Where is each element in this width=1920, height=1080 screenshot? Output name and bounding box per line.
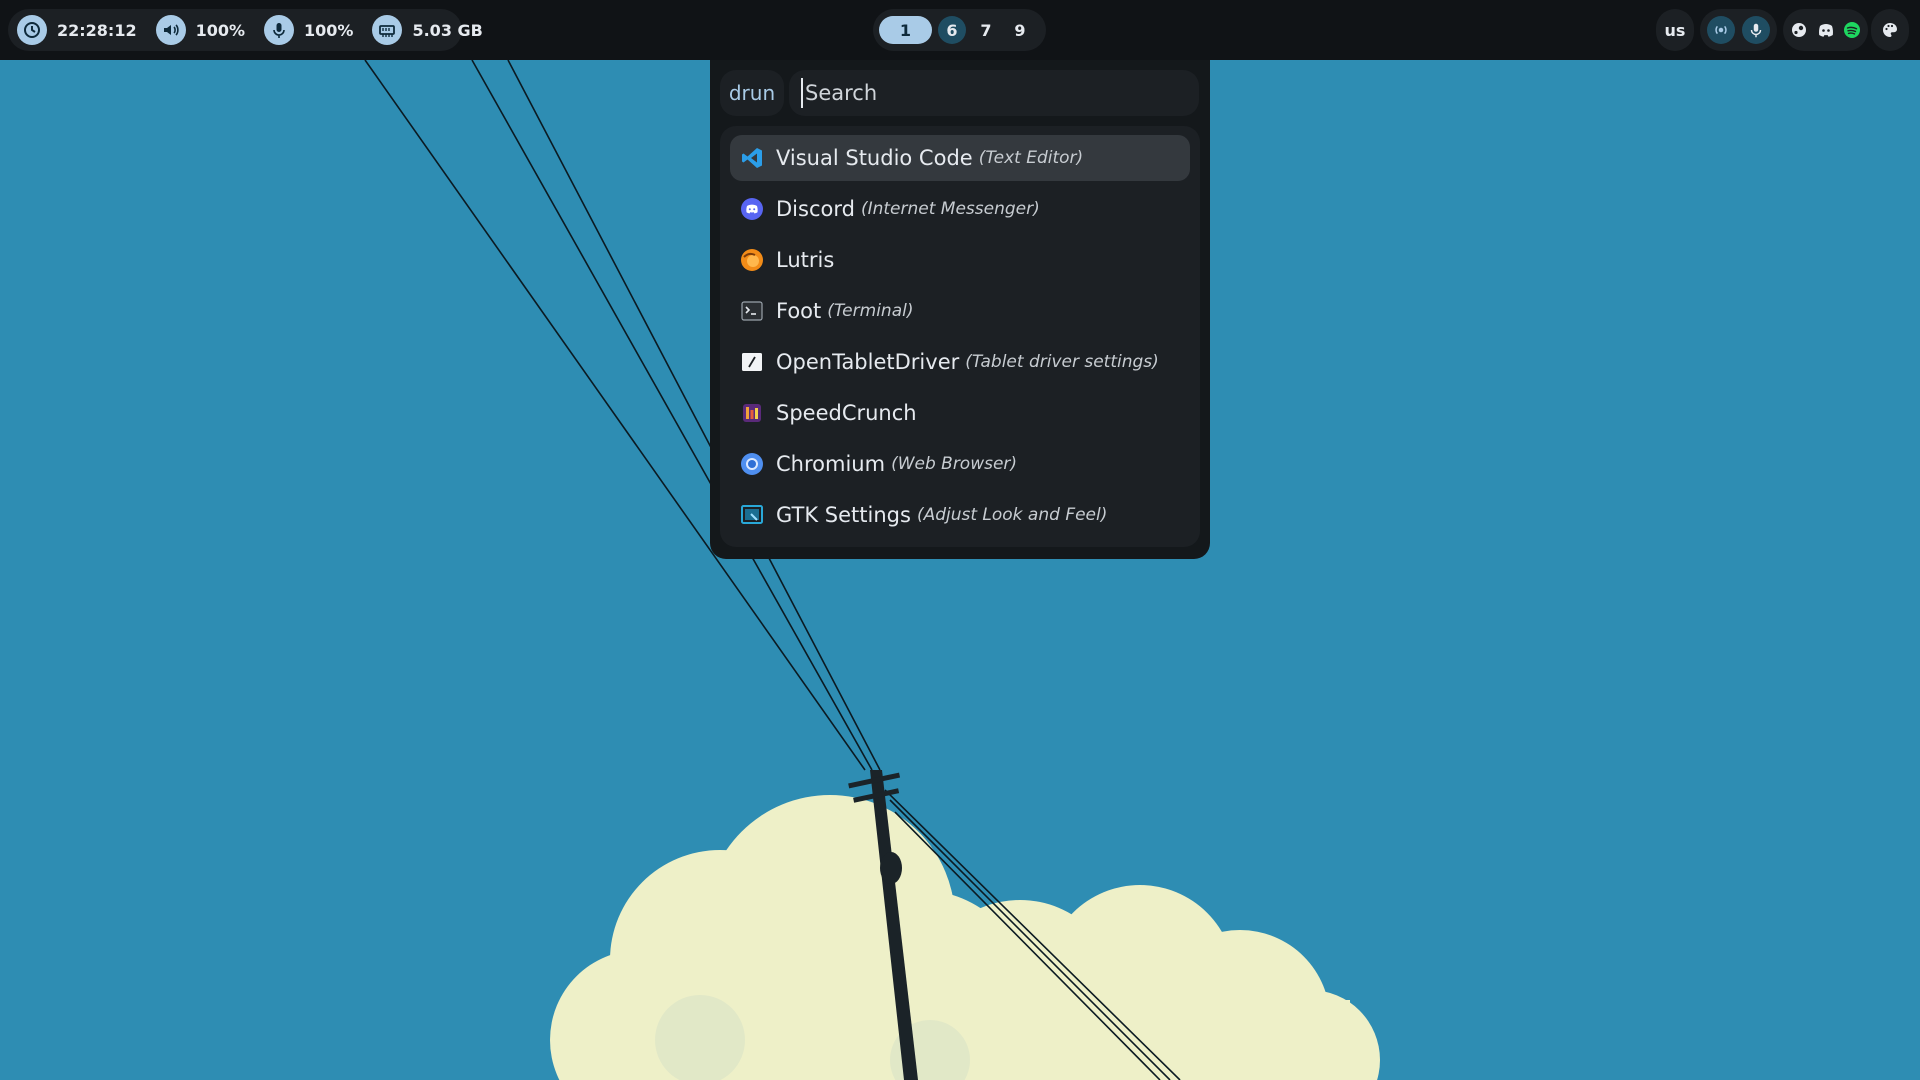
- item-generic-name: (Adjust Look and Feel): [916, 505, 1108, 525]
- search-box[interactable]: [789, 70, 1199, 116]
- palette-icon: [1880, 20, 1900, 40]
- results-list: Visual Studio Code (Text Editor) Discord…: [720, 126, 1200, 547]
- list-item-chromium[interactable]: Chromium (Web Browser): [730, 441, 1190, 487]
- item-name: Foot: [776, 299, 822, 323]
- item-generic-name: (Tablet driver settings): [965, 352, 1159, 372]
- item-name: SpeedCrunch: [776, 401, 917, 425]
- item-generic-name: (Text Editor): [978, 148, 1084, 168]
- tablet-icon: [740, 350, 764, 374]
- status-group: 22:28:12 100% 100% 5.03 GB: [8, 9, 483, 51]
- item-name: Chromium: [776, 452, 886, 476]
- discord-icon[interactable]: [1816, 20, 1836, 40]
- spotify-icon[interactable]: [1842, 20, 1862, 40]
- media-indicators: [1700, 9, 1777, 51]
- broadcast-icon[interactable]: [1707, 16, 1735, 44]
- mic-widget[interactable]: 100%: [255, 9, 363, 51]
- workspace-1[interactable]: 1: [879, 16, 932, 44]
- speaker-icon: [155, 15, 186, 45]
- calculator-icon: [740, 401, 764, 425]
- list-item-speedcrunch[interactable]: SpeedCrunch: [730, 390, 1190, 436]
- steam-icon[interactable]: [1789, 20, 1809, 40]
- terminal-icon: [740, 299, 764, 323]
- list-item-vscode[interactable]: Visual Studio Code (Text Editor): [730, 135, 1190, 181]
- keyboard-layout-indicator[interactable]: us: [1656, 9, 1694, 51]
- discord-icon: [740, 197, 764, 221]
- list-item-discord[interactable]: Discord (Internet Messenger): [730, 186, 1190, 232]
- microphone-icon[interactable]: [1742, 16, 1770, 44]
- item-generic-name: (Terminal): [827, 301, 914, 321]
- top-bar: 22:28:12 100% 100% 5.03 GB 1 6 7 9 us: [0, 0, 1920, 60]
- item-generic-name: (Web Browser): [891, 454, 1018, 474]
- workspace-9[interactable]: 9: [1006, 16, 1034, 44]
- list-item-gtk-settings[interactable]: GTK Settings (Adjust Look and Feel): [730, 492, 1190, 538]
- workspace-switcher: 1 6 7 9: [873, 9, 1046, 51]
- item-name: Visual Studio Code: [776, 146, 973, 170]
- list-item-opentabletdriver[interactable]: OpenTabletDriver (Tablet driver settings…: [730, 339, 1190, 385]
- chromium-icon: [740, 452, 764, 476]
- mode-label[interactable]: drun: [720, 70, 784, 116]
- lutris-icon: [740, 248, 764, 272]
- workspace-6[interactable]: 6: [938, 16, 966, 44]
- memory-label: 5.03 GB: [412, 20, 483, 40]
- item-generic-name: (Internet Messenger): [860, 199, 1040, 219]
- system-tray: [1783, 9, 1868, 51]
- item-name: Lutris: [776, 248, 835, 272]
- clock-label: 22:28:12: [57, 20, 137, 40]
- list-item-foot[interactable]: Foot (Terminal): [730, 288, 1190, 334]
- keyboard-layout-label: us: [1664, 20, 1686, 40]
- memory-icon: [372, 15, 403, 45]
- microphone-icon: [264, 15, 295, 45]
- clock-icon: [17, 15, 47, 45]
- item-name: Discord: [776, 197, 855, 221]
- app-launcher: drun Visual Studio Code (Text Editor) Di…: [710, 60, 1210, 559]
- workspace-7[interactable]: 7: [972, 16, 1000, 44]
- volume-label: 100%: [195, 20, 246, 40]
- clock-widget[interactable]: 22:28:12: [8, 9, 147, 51]
- theme-switcher[interactable]: [1871, 9, 1909, 51]
- item-name: GTK Settings: [776, 503, 911, 527]
- mic-label: 100%: [304, 20, 354, 40]
- search-input[interactable]: [801, 78, 1185, 108]
- volume-widget[interactable]: 100%: [147, 9, 255, 51]
- vscode-icon: [740, 146, 764, 170]
- item-name: OpenTabletDriver: [776, 350, 960, 374]
- memory-widget[interactable]: 5.03 GB: [363, 9, 492, 51]
- gtk-settings-icon: [740, 503, 764, 527]
- list-item-lutris[interactable]: Lutris: [730, 237, 1190, 283]
